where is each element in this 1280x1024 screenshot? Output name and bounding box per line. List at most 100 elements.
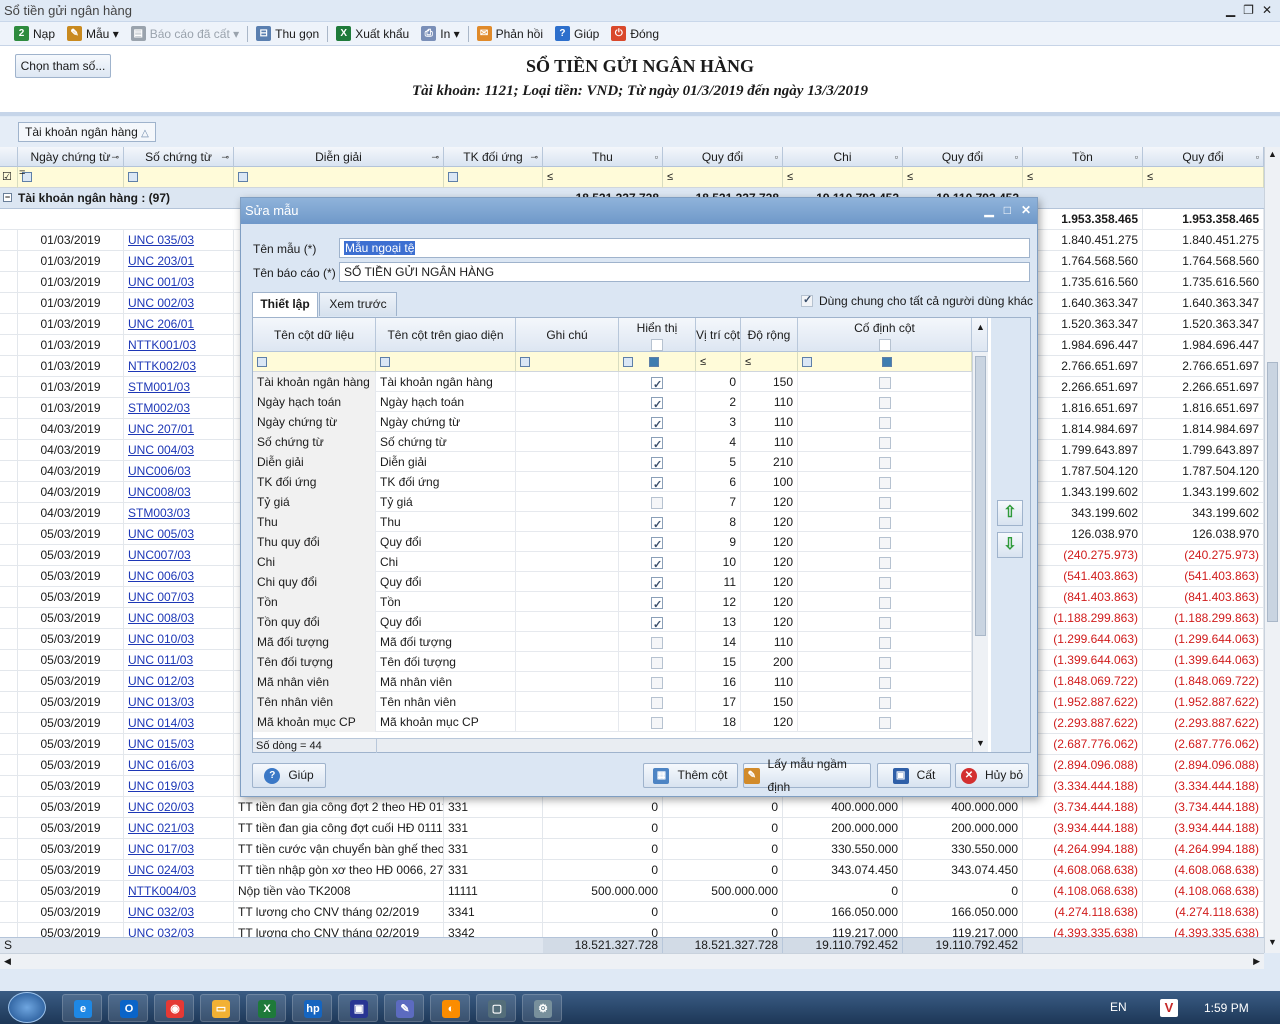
taskbar-app[interactable]: ⚙ bbox=[522, 994, 562, 1022]
setup-column-header[interactable]: Hiển thị bbox=[619, 318, 696, 352]
language-indicator[interactable]: EN bbox=[1110, 1000, 1127, 1014]
setup-checkbox-cell[interactable] bbox=[619, 472, 696, 492]
voucher-link[interactable]: UNC 035/03 bbox=[124, 230, 234, 251]
filter-operator-icon[interactable] bbox=[448, 172, 458, 183]
tray-app-icon[interactable]: V bbox=[1160, 999, 1178, 1017]
setup-filter-cell[interactable]: ≤ bbox=[696, 352, 741, 372]
setup-cell[interactable]: 0 bbox=[696, 372, 741, 392]
filter-equals-icon[interactable]: = bbox=[19, 167, 25, 179]
filter-column-icon[interactable]: ▫ bbox=[775, 147, 778, 167]
setup-row[interactable]: Ngày hạch toánNgày hạch toán 2110 bbox=[253, 392, 972, 412]
voucher-link[interactable]: UNC 021/03 bbox=[124, 818, 234, 839]
setup-checkbox-cell[interactable] bbox=[798, 432, 972, 452]
restore-icon[interactable]: ❐ bbox=[1243, 3, 1254, 17]
grid-vertical-scrollbar[interactable]: ▲ ▼ bbox=[1264, 147, 1280, 953]
setup-checkbox-cell[interactable] bbox=[798, 472, 972, 492]
header-checkbox[interactable] bbox=[619, 338, 695, 351]
filter-cell[interactable]: ≤ bbox=[903, 167, 1023, 188]
taskbar-app[interactable]: ▭ bbox=[200, 994, 240, 1022]
setup-cell[interactable]: Diễn giải bbox=[376, 452, 516, 472]
setup-cell[interactable]: 110 bbox=[741, 632, 798, 652]
filter-cell[interactable]: ≤ bbox=[663, 167, 783, 188]
setup-vertical-scrollbar[interactable]: ▲ ▼ bbox=[972, 322, 988, 752]
voucher-link[interactable]: UNC 206/01 bbox=[124, 314, 234, 335]
setup-checkbox-cell[interactable] bbox=[619, 492, 696, 512]
scroll-down-icon[interactable]: ▼ bbox=[1268, 937, 1277, 947]
scroll-left-icon[interactable]: ◀ bbox=[4, 956, 11, 967]
voucher-link[interactable]: NTTK001/03 bbox=[124, 335, 234, 356]
filter-operator-icon[interactable] bbox=[623, 357, 633, 368]
setup-row[interactable]: TK đối ứngTK đối ứng 6100 bbox=[253, 472, 972, 492]
setup-row[interactable]: Mã đối tượng Mã đối tượng 14 110 bbox=[253, 632, 972, 652]
fixed-column-checkbox[interactable] bbox=[878, 536, 891, 549]
move-down-button[interactable]: ⇩ bbox=[997, 532, 1023, 558]
setup-checkbox-cell[interactable] bbox=[798, 592, 972, 612]
setup-cell[interactable]: 15 bbox=[696, 652, 741, 672]
voucher-link[interactable]: UNC 019/03 bbox=[124, 776, 234, 797]
save-button[interactable]: ▣ Cất bbox=[877, 763, 951, 788]
filter-operator-icon[interactable] bbox=[257, 357, 267, 368]
table-row[interactable]: 05/03/2019 UNC 020/03 TT tiền đan gia công… bbox=[0, 797, 1264, 818]
setup-cell[interactable] bbox=[516, 472, 619, 492]
voucher-link[interactable]: UNC 002/03 bbox=[124, 293, 234, 314]
visible-checkbox[interactable] bbox=[651, 575, 663, 592]
filter-operator-icon[interactable] bbox=[238, 172, 248, 183]
setup-cell[interactable] bbox=[516, 672, 619, 692]
filter-operator-icon[interactable] bbox=[520, 357, 530, 368]
visible-checkbox[interactable] bbox=[651, 395, 663, 412]
visible-checkbox[interactable] bbox=[651, 656, 663, 669]
expand-group-icon[interactable]: − bbox=[3, 193, 12, 202]
scroll-thumb[interactable] bbox=[1267, 362, 1278, 622]
dialog-minimize-icon[interactable]: ▁ bbox=[984, 203, 993, 217]
setup-cell[interactable]: Thu bbox=[376, 512, 516, 532]
voucher-link[interactable]: NTTK002/03 bbox=[124, 356, 234, 377]
visible-checkbox[interactable] bbox=[651, 515, 663, 532]
filter-operator-icon[interactable]: ≤ bbox=[745, 356, 751, 368]
default-template-button[interactable]: ✎ Lấy mẫu ngầm định bbox=[743, 757, 871, 794]
fixed-column-checkbox[interactable] bbox=[878, 396, 891, 409]
toolbar-button-8[interactable]: ⏻ Đóng bbox=[611, 26, 659, 41]
column-header[interactable]: Diễn giải ⊸ bbox=[234, 147, 444, 167]
setup-cell[interactable]: 3 bbox=[696, 412, 741, 432]
header-checkbox-box[interactable] bbox=[878, 338, 891, 351]
table-row[interactable]: 05/03/2019 UNC 024/03 TT tiền nhập gòn xơ … bbox=[0, 860, 1264, 881]
setup-column-header[interactable]: Ghi chú bbox=[516, 318, 619, 352]
pin-icon[interactable]: ⊸ bbox=[431, 147, 439, 167]
voucher-link[interactable]: UNC 024/03 bbox=[124, 860, 234, 881]
setup-cell[interactable]: 110 bbox=[741, 392, 798, 412]
voucher-link[interactable]: UNC 207/01 bbox=[124, 419, 234, 440]
visible-checkbox[interactable] bbox=[651, 475, 663, 492]
filter-cell[interactable]: ≤ bbox=[1143, 167, 1264, 188]
toolbar-button-5[interactable]: ⎙ In ▾ bbox=[421, 26, 460, 41]
setup-cell[interactable] bbox=[516, 452, 619, 472]
header-checkbox-box[interactable] bbox=[651, 338, 663, 351]
fixed-column-checkbox[interactable] bbox=[878, 476, 891, 489]
scroll-up-icon[interactable]: ▲ bbox=[1268, 149, 1277, 159]
setup-row[interactable]: Tỷ giá Tỷ giá 7 120 bbox=[253, 492, 972, 512]
voucher-link[interactable]: UNC 012/03 bbox=[124, 671, 234, 692]
setup-cell[interactable]: 200 bbox=[741, 652, 798, 672]
setup-cell[interactable]: 120 bbox=[741, 712, 798, 732]
setup-cell[interactable]: Tỷ giá bbox=[376, 492, 516, 512]
filter-column-icon[interactable]: ▫ bbox=[895, 147, 898, 167]
column-header[interactable]: Ngày chứng từ ⊸ bbox=[18, 147, 124, 167]
voucher-link[interactable]: UNC 008/03 bbox=[124, 608, 234, 629]
setup-cell[interactable]: 10 bbox=[696, 552, 741, 572]
help-button[interactable]: ? Giúp bbox=[252, 763, 326, 788]
voucher-link[interactable]: UNC 013/03 bbox=[124, 692, 234, 713]
voucher-link[interactable]: UNC 006/03 bbox=[124, 566, 234, 587]
setup-cell[interactable]: 9 bbox=[696, 532, 741, 552]
header-collapse-bar[interactable] bbox=[0, 112, 1280, 116]
fixed-column-checkbox[interactable] bbox=[878, 696, 891, 709]
setup-checkbox-cell[interactable] bbox=[798, 532, 972, 552]
voucher-link[interactable]: UNC 014/03 bbox=[124, 713, 234, 734]
filter-operator-icon[interactable] bbox=[802, 357, 812, 368]
setup-row[interactable]: TồnTồn 12120 bbox=[253, 592, 972, 612]
setup-checkbox-cell[interactable] bbox=[619, 592, 696, 612]
setup-filter-cell[interactable]: ≤ bbox=[741, 352, 798, 372]
filter-checkbox-icon[interactable] bbox=[882, 357, 892, 368]
filter-cell[interactable] bbox=[444, 167, 543, 188]
voucher-link[interactable]: UNC 011/03 bbox=[124, 650, 234, 671]
column-header[interactable]: Quy đổi ▫ bbox=[663, 147, 783, 167]
setup-row[interactable]: Số chứng từSố chứng từ 4110 bbox=[253, 432, 972, 452]
